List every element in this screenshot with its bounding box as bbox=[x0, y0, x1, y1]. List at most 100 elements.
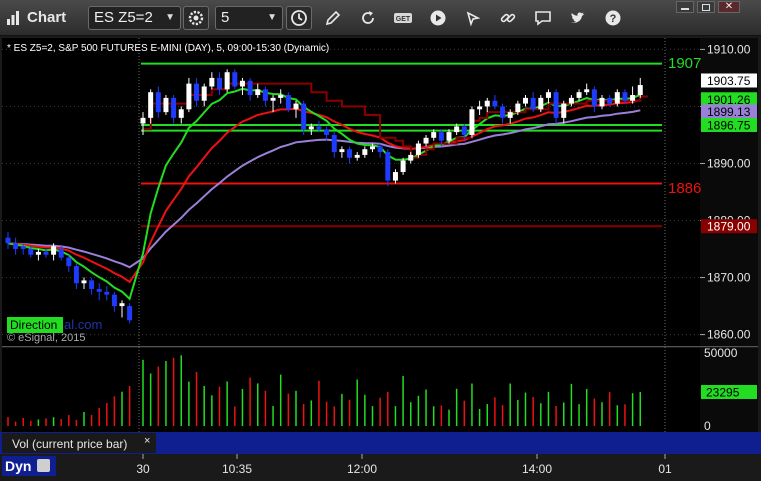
close-window-button[interactable]: ✕ bbox=[718, 1, 740, 13]
dyn-settings-icon[interactable] bbox=[37, 459, 50, 472]
candle-body bbox=[217, 77, 222, 90]
chart-canvas[interactable]: * ES Z5=2, S&P 500 FUTURES E-MINI (DAY),… bbox=[0, 36, 761, 481]
compare-button[interactable] bbox=[460, 6, 486, 30]
study-close-icon[interactable]: × bbox=[144, 435, 150, 447]
candle-body bbox=[492, 100, 498, 107]
candle-body bbox=[507, 112, 513, 118]
candle-body bbox=[58, 249, 64, 258]
candle-body bbox=[454, 126, 460, 133]
candle-body bbox=[308, 126, 314, 130]
clock-icon bbox=[291, 10, 307, 26]
candle-body bbox=[278, 95, 284, 98]
study-label: Vol (current price bar) bbox=[12, 437, 127, 451]
candle-body bbox=[209, 77, 215, 87]
candle-body bbox=[446, 132, 452, 141]
candle bbox=[232, 69, 238, 90]
gear-icon bbox=[188, 10, 204, 26]
candle-body bbox=[43, 251, 49, 255]
candle-body bbox=[500, 106, 506, 118]
green-level-badge: 1896.75 bbox=[707, 118, 751, 132]
volume-tick-label: 0 bbox=[704, 419, 711, 433]
get-data-button[interactable]: GET bbox=[390, 6, 416, 30]
candle-body bbox=[561, 103, 567, 118]
close-icon: ✕ bbox=[724, 1, 734, 12]
maximize-icon bbox=[702, 3, 710, 11]
interval-value: 5 bbox=[221, 9, 230, 26]
candle-body bbox=[127, 306, 133, 321]
green-level-label: 1907 bbox=[668, 55, 701, 72]
candle-body bbox=[568, 97, 574, 104]
volume-badge: 23295 bbox=[706, 385, 740, 399]
volume-tick-label: 50000 bbox=[704, 346, 738, 360]
candle-body bbox=[385, 152, 391, 181]
candle-body bbox=[461, 126, 467, 135]
candle-body bbox=[96, 288, 102, 292]
candle-body bbox=[232, 72, 238, 87]
symbol-dropdown-icon[interactable]: ▼ bbox=[165, 7, 175, 29]
twitter-button[interactable] bbox=[565, 6, 591, 30]
candle-body bbox=[262, 89, 268, 101]
link-icon bbox=[500, 13, 516, 23]
link-button[interactable] bbox=[495, 6, 521, 30]
maximize-button[interactable] bbox=[697, 1, 715, 13]
interval-dropdown-icon[interactable]: ▼ bbox=[267, 7, 277, 29]
candle-body bbox=[178, 109, 184, 118]
candle-body bbox=[599, 97, 605, 107]
candle-body bbox=[377, 146, 383, 153]
window-title: Chart bbox=[27, 9, 67, 26]
symbol-input[interactable]: ES Z5=2 ▼ bbox=[88, 6, 181, 30]
candle-body bbox=[316, 126, 322, 130]
candle-body bbox=[239, 80, 245, 87]
red-level-label: 1886 bbox=[668, 180, 701, 197]
dyn-label: Dyn bbox=[5, 458, 31, 474]
candle-body bbox=[362, 149, 368, 155]
candle-body bbox=[415, 143, 421, 155]
purple-vwap-badge: 1899.13 bbox=[707, 105, 751, 119]
candle-body bbox=[66, 257, 72, 267]
candle-body bbox=[423, 137, 429, 144]
candle-body bbox=[637, 85, 643, 96]
cursor-icon bbox=[466, 11, 481, 27]
candle-body bbox=[484, 100, 490, 107]
candle-body bbox=[140, 117, 146, 124]
candle bbox=[127, 303, 133, 324]
red-level-badge: 1879.00 bbox=[707, 220, 751, 234]
candle-body bbox=[111, 294, 117, 307]
candle-body bbox=[28, 249, 34, 255]
candle-body bbox=[81, 280, 87, 284]
candle-body bbox=[104, 291, 110, 295]
comment-button[interactable] bbox=[530, 6, 556, 30]
minimize-button[interactable] bbox=[676, 1, 694, 13]
candle-body bbox=[545, 92, 551, 98]
interval-input[interactable]: 5 ▼ bbox=[215, 6, 283, 30]
play-button[interactable] bbox=[425, 6, 451, 30]
candle-body bbox=[201, 86, 207, 101]
time-tick-label: 14:00 bbox=[522, 462, 552, 476]
settings-button[interactable] bbox=[183, 6, 209, 30]
help-button[interactable]: ? bbox=[600, 6, 626, 30]
copyright-text: © eSignal, 2015 bbox=[7, 332, 85, 344]
help-icon: ? bbox=[605, 10, 621, 26]
candle-body bbox=[155, 92, 161, 113]
candle-body bbox=[347, 149, 353, 158]
draw-button[interactable] bbox=[320, 6, 346, 30]
candle-body bbox=[530, 97, 536, 110]
candle-body bbox=[622, 92, 628, 101]
refresh-button[interactable] bbox=[355, 6, 381, 30]
candle-body bbox=[163, 97, 169, 113]
time-axis[interactable] bbox=[0, 454, 761, 481]
candle-body bbox=[431, 132, 437, 138]
candle-body bbox=[630, 95, 636, 101]
direction-text: Direction bbox=[10, 318, 57, 332]
candle-body bbox=[523, 97, 528, 104]
candle-body bbox=[408, 154, 414, 161]
refresh-icon bbox=[362, 11, 374, 24]
toolbar: Chart ES Z5=2 ▼ 5 ▼ GET ? ✕ bbox=[0, 0, 761, 36]
candle-body bbox=[13, 243, 19, 250]
chart-app-icon bbox=[7, 11, 19, 25]
clock-button[interactable] bbox=[286, 6, 312, 30]
time-tick-label: 10:35 bbox=[222, 462, 252, 476]
candle-body bbox=[119, 303, 125, 307]
candle-body bbox=[591, 89, 597, 107]
candle-body bbox=[224, 72, 230, 90]
